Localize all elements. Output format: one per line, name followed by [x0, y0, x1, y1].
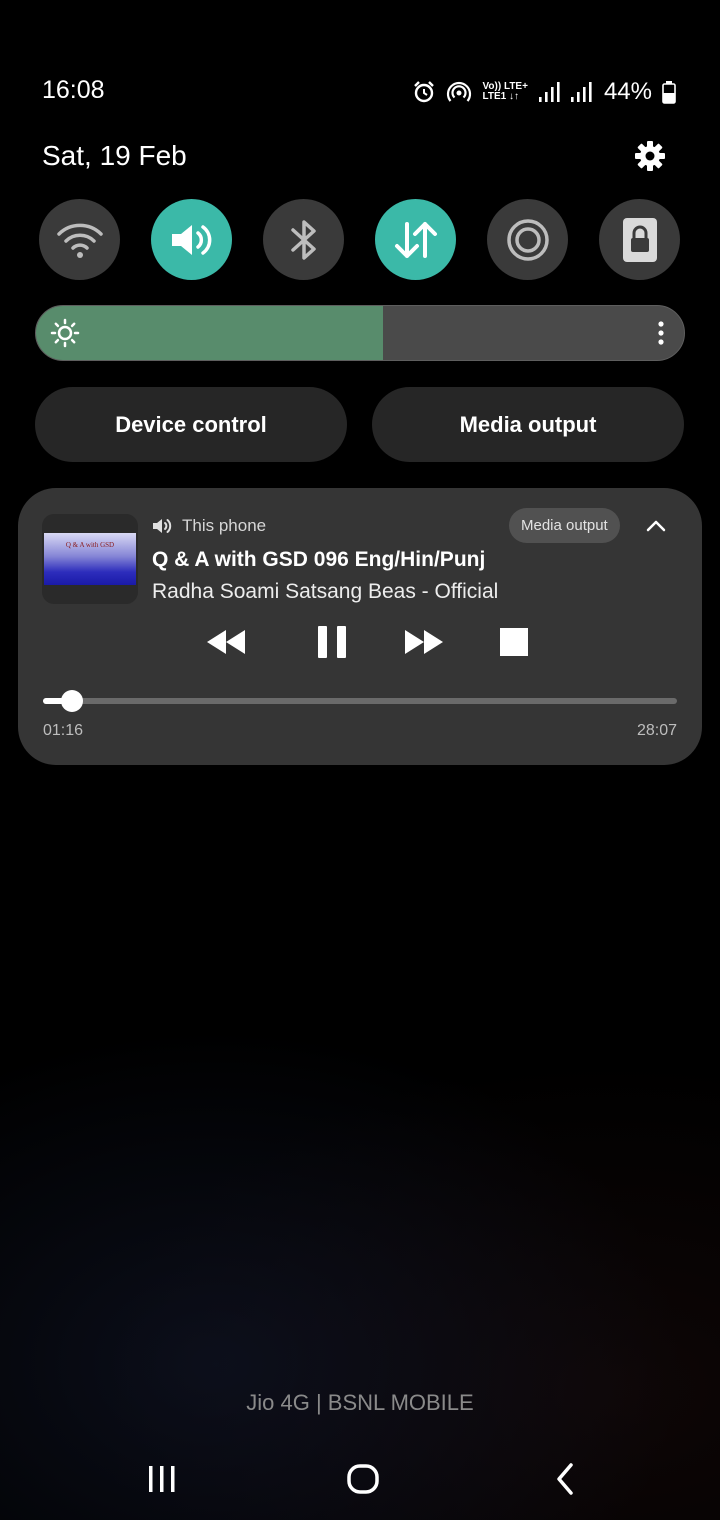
background-glow — [0, 1000, 720, 1520]
quick-settings-tiles — [39, 199, 681, 281]
brightness-fill — [36, 306, 383, 360]
media-output-chip[interactable]: Media output — [509, 508, 620, 543]
playback-controls — [196, 620, 528, 664]
sun-icon — [50, 318, 80, 348]
battery-icon — [662, 81, 676, 104]
hotspot-tile[interactable] — [487, 199, 568, 280]
device-control-button[interactable]: Device control — [35, 387, 347, 462]
back-button[interactable] — [530, 1448, 600, 1510]
carrier-label: Jio 4G | BSNL MOBILE — [246, 1390, 474, 1415]
speaker-icon — [171, 224, 211, 255]
hotspot-icon — [447, 81, 472, 102]
status-icons: Vo)) LTE+ LTE1 ↓↑ 44% — [412, 76, 676, 108]
hotspot-icon — [506, 218, 549, 261]
recent-apps-button[interactable] — [127, 1448, 197, 1510]
seekbar-track — [43, 698, 677, 704]
stop-icon — [500, 628, 528, 656]
recent-apps-icon — [149, 1466, 175, 1492]
stop-button[interactable] — [486, 620, 542, 664]
mobile-data-tile[interactable] — [375, 199, 456, 280]
signal-icon — [570, 82, 592, 102]
rewind-button[interactable] — [196, 620, 256, 664]
fast-forward-button[interactable] — [394, 620, 454, 664]
secure-folder-tile[interactable] — [599, 199, 680, 280]
home-icon — [347, 1464, 379, 1494]
volte-icon: Vo)) LTE+ LTE1 ↓↑ — [482, 81, 528, 102]
fast-forward-icon — [405, 630, 443, 654]
track-artist: Radha Soami Satsang Beas - Official — [152, 580, 499, 603]
album-art-title: Q & A with GSD — [65, 541, 115, 549]
date-label: Sat, 19 Feb — [42, 140, 187, 171]
wifi-tile[interactable] — [39, 199, 120, 280]
track-title: Q & A with GSD 096 Eng/Hin/Punj — [152, 548, 486, 571]
output-device-label: This phone — [182, 516, 267, 535]
seekbar-thumb[interactable] — [60, 690, 83, 712]
album-art[interactable]: Q & A with GSD — [42, 514, 138, 604]
status-time: 16:08 — [42, 76, 105, 104]
elapsed-time: 01:16 — [43, 722, 84, 739]
navigation-bar — [0, 1448, 720, 1510]
pause-button[interactable] — [302, 620, 362, 664]
sound-tile[interactable] — [151, 199, 232, 280]
more-vertical-icon[interactable] — [658, 321, 664, 345]
bluetooth-tile[interactable] — [263, 199, 344, 280]
total-duration: 28:07 — [636, 722, 677, 739]
pause-icon — [318, 626, 346, 658]
album-art-image: Q & A with GSD — [44, 533, 136, 585]
back-icon — [557, 1463, 573, 1495]
home-button[interactable] — [328, 1448, 398, 1510]
data-arrows-icon — [394, 221, 437, 258]
battery-percent: 44% — [603, 78, 652, 105]
bluetooth-icon — [290, 219, 316, 260]
gear-icon[interactable] — [632, 138, 668, 174]
alarm-icon — [414, 81, 435, 103]
output-device-row: This phone — [152, 514, 266, 538]
lock-icon — [622, 217, 657, 262]
speaker-icon — [153, 519, 172, 533]
signal-icon — [538, 82, 560, 102]
wifi-icon — [56, 223, 103, 258]
media-player-card: Q & A with GSD This phone Media output Q… — [18, 488, 702, 765]
chevron-up-icon[interactable] — [644, 514, 668, 538]
media-output-button[interactable]: Media output — [372, 387, 684, 462]
playback-seekbar[interactable] — [43, 690, 677, 712]
brightness-slider[interactable] — [35, 305, 685, 361]
rewind-icon — [207, 630, 245, 654]
